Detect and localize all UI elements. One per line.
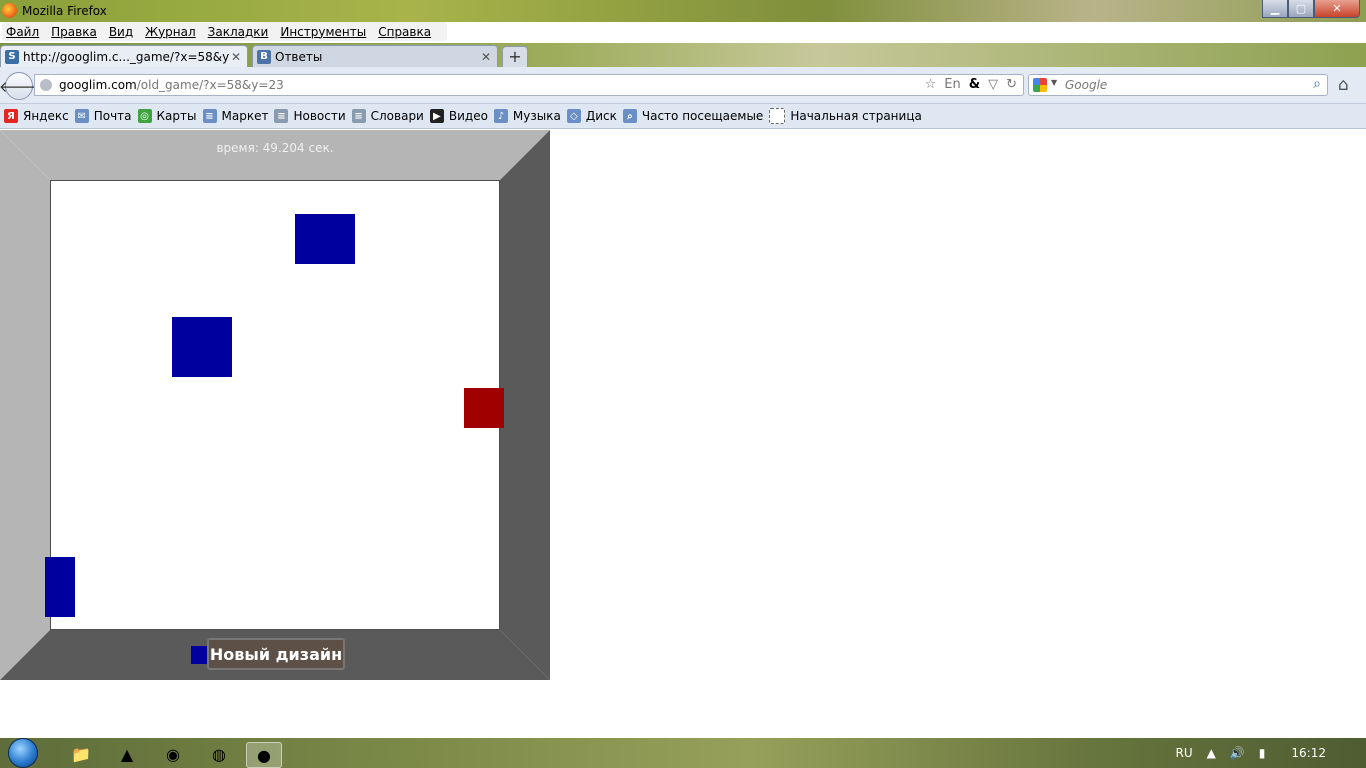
menu-bar: Файл Правка Вид Журнал Закладки Инструме… xyxy=(2,22,448,41)
bookmark-favicon-icon: ≡ xyxy=(351,109,366,123)
bookmark-item[interactable]: ◎ Карты xyxy=(137,109,197,123)
bookmark-star-icon[interactable]: ☆ xyxy=(925,77,937,92)
yandex-disk-icon[interactable]: ▲ xyxy=(110,742,144,766)
volume-icon[interactable]: 🔊 xyxy=(1230,746,1245,760)
tab-googlim[interactable]: S http://googlim.c..._game/?x=58&y=23 ✕ xyxy=(0,45,248,67)
player-red-square[interactable] xyxy=(464,388,504,428)
bookmark-label: Часто посещаемые xyxy=(641,109,764,123)
bookmark-label: Новости xyxy=(293,109,346,123)
ampersand-addon-icon[interactable]: & xyxy=(969,77,980,92)
bookmark-favicon-icon: ▶ xyxy=(429,109,444,123)
menu-history[interactable]: Журнал xyxy=(145,25,196,39)
network-icon[interactable]: ▮ xyxy=(1259,746,1266,760)
bookmark-favicon-icon: Я xyxy=(4,109,18,123)
search-bar[interactable]: ▼ Google ⌕ xyxy=(1028,74,1328,96)
bookmarks-toolbar: Я Яндекс ✉ Почта ◎ Карты ≡ Маркет ≡ Новости ≡ Слова… xyxy=(0,104,1366,129)
bookmark-label: Словари xyxy=(370,109,424,123)
bookmark-favicon-icon: ◇ xyxy=(566,109,581,123)
bookmark-favicon-icon: ⌕ xyxy=(622,109,637,123)
bookmark-favicon-icon: ≡ xyxy=(202,109,217,123)
bookmark-label: Карты xyxy=(156,109,197,123)
enemy-block xyxy=(45,557,75,617)
explorer-icon[interactable]: 📁 xyxy=(64,742,98,766)
tab-close-icon[interactable]: ✕ xyxy=(229,50,243,64)
bookmark-label: Видео xyxy=(448,109,488,123)
tab-answers[interactable]: В Ответы ✕ xyxy=(252,45,498,67)
search-icon[interactable]: ⌕ xyxy=(1313,76,1321,92)
bookmark-label: Маркет xyxy=(221,109,269,123)
enemy-block xyxy=(295,214,355,264)
translate-icon[interactable]: En xyxy=(944,77,960,92)
tab-strip: S http://googlim.c..._game/?x=58&y=23 ✕ … xyxy=(0,43,1366,68)
bookmark-favicon-icon xyxy=(769,108,786,124)
language-indicator[interactable]: RU xyxy=(1175,746,1192,760)
google-engine-icon[interactable] xyxy=(1033,78,1047,92)
tab-close-icon[interactable]: ✕ xyxy=(479,50,493,64)
search-placeholder: Google xyxy=(1065,78,1108,92)
game-board: время: 49.204 сек. Новый дизайн xyxy=(0,130,550,680)
enemy-block xyxy=(172,317,232,377)
menu-file[interactable]: Файл xyxy=(6,25,39,39)
bookmark-item[interactable]: ≡ Словари xyxy=(351,109,424,123)
window-title: Mozilla Firefox xyxy=(22,4,107,18)
system-tray: RU ▲ 🔊 ▮ 16:12 xyxy=(1175,738,1366,768)
bookmark-label: Диск xyxy=(585,109,617,123)
enemy-block xyxy=(191,646,207,664)
windows-orb-icon xyxy=(8,738,38,768)
bookmark-favicon-icon: ≡ xyxy=(274,109,289,123)
tray-expand-icon[interactable]: ▲ xyxy=(1207,746,1216,760)
menu-help[interactable]: Справка xyxy=(378,25,431,39)
game-field xyxy=(50,180,500,630)
chrome-icon[interactable]: ◍ xyxy=(202,742,236,766)
bookmark-item[interactable]: ◇ Диск xyxy=(566,109,617,123)
history-dropdown-icon[interactable]: ▽ xyxy=(988,77,998,92)
firefox-icon[interactable]: ● xyxy=(246,742,282,768)
bookmark-label: Начальная страница xyxy=(790,109,922,123)
bookmark-item[interactable]: ⌕ Часто посещаемые xyxy=(622,109,764,123)
reload-icon[interactable]: ↻ xyxy=(1006,77,1017,92)
bookmark-favicon-icon: ◎ xyxy=(137,109,152,123)
bookmark-item[interactable]: ▶ Видео xyxy=(429,109,488,123)
vk-favicon-icon: В xyxy=(257,49,271,64)
bookmark-item[interactable]: ✉ Почта xyxy=(74,109,132,123)
address-bar[interactable]: googlim.com/old_game/?x=58&y=23 ☆ En & ▽… xyxy=(34,74,1024,96)
tab-label: http://googlim.c..._game/?x=58&y=23 xyxy=(23,49,229,64)
tab-label: Ответы xyxy=(275,49,323,64)
bookmark-item[interactable]: Начальная страница xyxy=(769,108,922,124)
new-design-button[interactable]: Новый дизайн xyxy=(207,638,345,670)
bookmark-label: Яндекс xyxy=(23,109,69,123)
bookmark-label: Почта xyxy=(93,109,132,123)
title-bar: Mozilla Firefox ▁ ▢ ✕ xyxy=(0,0,1366,22)
page-content: время: 49.204 сек. Новый дизайн xyxy=(0,130,1366,738)
bookmark-label: Музыка xyxy=(512,109,561,123)
menu-bookmarks[interactable]: Закладки xyxy=(208,25,269,39)
bookmark-item[interactable]: ≡ Маркет xyxy=(202,109,269,123)
clock[interactable]: 16:12 xyxy=(1291,746,1326,760)
maximize-button[interactable]: ▢ xyxy=(1288,0,1314,18)
engine-dropdown-icon[interactable]: ▼ xyxy=(1051,78,1057,87)
home-icon[interactable]: ⌂ xyxy=(1338,75,1349,95)
taskbar: 📁 ▲ ◉ ◍ ● RU ▲ 🔊 ▮ 16:12 xyxy=(0,738,1366,768)
minimize-button[interactable]: ▁ xyxy=(1262,0,1288,18)
bookmark-favicon-icon: ♪ xyxy=(493,109,508,123)
bookmark-item[interactable]: ♪ Музыка xyxy=(493,109,561,123)
address-url: googlim.com/old_game/?x=58&y=23 xyxy=(59,78,284,92)
menu-tools[interactable]: Инструменты xyxy=(280,25,366,39)
bookmark-item[interactable]: ≡ Новости xyxy=(274,109,346,123)
bookmark-favicon-icon: ✉ xyxy=(74,109,89,123)
aimp-icon[interactable]: ◉ xyxy=(156,742,190,766)
menu-edit[interactable]: Правка xyxy=(51,25,97,39)
back-button[interactable]: 🡐 xyxy=(0,72,39,100)
site-identity-icon[interactable] xyxy=(40,79,52,91)
navigation-toolbar: 🡐 googlim.com/old_game/?x=58&y=23 ☆ En &… xyxy=(0,67,1366,104)
firefox-logo-icon xyxy=(2,3,17,18)
new-tab-button[interactable]: + xyxy=(502,46,528,68)
game-timer: время: 49.204 сек. xyxy=(216,141,334,155)
menu-view[interactable]: Вид xyxy=(109,25,133,39)
bookmark-item[interactable]: Я Яндекс xyxy=(4,109,69,123)
start-button[interactable] xyxy=(3,738,43,768)
site-favicon-icon: S xyxy=(5,49,19,64)
close-window-button[interactable]: ✕ xyxy=(1314,0,1360,18)
